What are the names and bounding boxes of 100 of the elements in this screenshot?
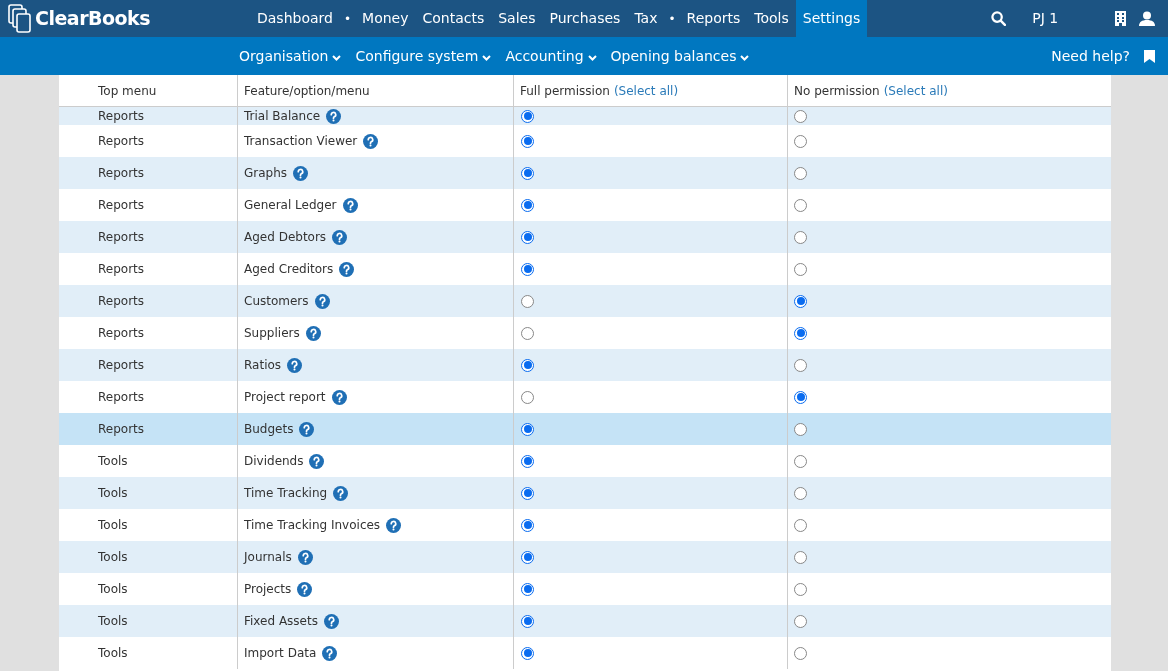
help-icon[interactable]: [326, 108, 342, 124]
table-cell-text: Customers: [244, 293, 309, 310]
help-icon[interactable]: [297, 581, 313, 597]
table-cell-text: Transaction Viewer: [244, 133, 358, 150]
nav-tab[interactable]: Money: [355, 0, 416, 37]
help-icon[interactable]: [363, 133, 379, 149]
radio-button[interactable]: [521, 198, 534, 212]
table-cell-text: Reports: [98, 293, 145, 310]
help-icon[interactable]: [309, 453, 325, 469]
table-cell-text: Tools: [98, 645, 128, 662]
radio-button[interactable]: [794, 326, 807, 340]
radio-button[interactable]: [521, 550, 534, 564]
radio-button[interactable]: [794, 262, 807, 276]
radio-button[interactable]: [521, 294, 534, 308]
nav-tab[interactable]: Settings: [795, 0, 868, 37]
nav-tab[interactable]: Dashboard: [250, 0, 340, 37]
building-icon[interactable]: [1115, 11, 1126, 26]
radio-button[interactable]: [794, 166, 807, 180]
help-icon[interactable]: [299, 421, 315, 437]
user-icon[interactable]: [1139, 11, 1155, 26]
nav-tab[interactable]: Contacts: [415, 0, 492, 37]
table-cell-text: General Ledger: [244, 197, 337, 214]
table-cell-text: Ratios: [244, 357, 282, 374]
table-cell-text: Fixed Assets: [244, 613, 318, 630]
radio-button[interactable]: [521, 646, 534, 660]
submenu-dropdown[interactable]: Configure system: [355, 45, 492, 67]
table-cell-text: Reports: [98, 108, 145, 125]
table-cell-text: Reports: [98, 357, 145, 374]
radio-button[interactable]: [521, 358, 534, 372]
radio-button[interactable]: [794, 134, 807, 148]
radio-button[interactable]: [794, 518, 807, 532]
radio-button[interactable]: [521, 326, 534, 340]
radio-button[interactable]: [794, 550, 807, 564]
help-icon[interactable]: [332, 229, 348, 245]
help-icon[interactable]: [297, 549, 313, 565]
table-cell-text: Projects: [244, 581, 292, 598]
submenu-dropdown[interactable]: Opening balances: [610, 45, 750, 67]
nav-tab[interactable]: Purchases: [542, 0, 628, 37]
radio-button[interactable]: [794, 230, 807, 244]
nav-tab[interactable]: Tax: [627, 0, 665, 37]
radio-button[interactable]: [521, 422, 534, 436]
table-cell-text: Project report: [244, 389, 326, 406]
help-icon[interactable]: [333, 485, 349, 501]
table-cell-text: Tools: [98, 549, 128, 566]
radio-button[interactable]: [794, 294, 807, 308]
table-cell-text: Tools: [98, 485, 128, 502]
submenu-dropdown[interactable]: Accounting: [505, 45, 597, 67]
help-icon[interactable]: [322, 645, 338, 661]
help-icon[interactable]: [339, 261, 355, 277]
help-icon[interactable]: [342, 197, 358, 213]
table-cell-text: Tools: [98, 453, 128, 470]
radio-button[interactable]: [521, 582, 534, 596]
help-icon[interactable]: [287, 357, 303, 373]
nav-tab[interactable]: Reports: [679, 0, 748, 37]
radio-button[interactable]: [521, 134, 534, 148]
help-icon[interactable]: [331, 389, 347, 405]
nav-separator: •: [667, 10, 677, 28]
radio-button[interactable]: [521, 230, 534, 244]
column-header: No permission: [794, 82, 880, 100]
radio-button[interactable]: [521, 518, 534, 532]
help-icon[interactable]: [293, 165, 309, 181]
radio-button[interactable]: [794, 582, 807, 596]
submenu-dropdown[interactable]: Organisation: [239, 45, 342, 67]
radio-button[interactable]: [521, 109, 534, 123]
radio-button[interactable]: [794, 198, 807, 212]
radio-button[interactable]: [521, 166, 534, 180]
select-all-link[interactable]: (Select all): [883, 81, 948, 100]
nav-tab[interactable]: Tools: [747, 0, 796, 37]
help-icon[interactable]: [305, 325, 321, 341]
chevron-down-icon: [587, 54, 597, 61]
help-link[interactable]: Need help?: [1051, 45, 1130, 67]
nav-tab[interactable]: Sales: [491, 0, 543, 37]
radio-button[interactable]: [794, 646, 807, 660]
help-icon[interactable]: [314, 293, 330, 309]
radio-button[interactable]: [794, 454, 807, 468]
chevron-down-icon: [332, 54, 342, 61]
radio-button[interactable]: [521, 486, 534, 500]
table-cell-text: Reports: [98, 261, 145, 278]
table-cell-text: Reports: [98, 389, 145, 406]
search-icon[interactable]: [991, 11, 1007, 26]
table-cell-text: Aged Debtors: [244, 229, 327, 246]
radio-button[interactable]: [521, 390, 534, 404]
radio-button[interactable]: [794, 422, 807, 436]
table-cell-text: Reports: [98, 133, 145, 150]
radio-button[interactable]: [794, 486, 807, 500]
radio-button[interactable]: [794, 390, 807, 404]
table-cell-text: Trial Balance: [244, 108, 321, 125]
radio-button[interactable]: [521, 454, 534, 468]
help-icon[interactable]: [386, 517, 402, 533]
help-icon[interactable]: [323, 613, 339, 629]
select-all-link[interactable]: (Select all): [613, 81, 679, 100]
radio-button[interactable]: [521, 614, 534, 628]
user-name[interactable]: PJ 1: [1032, 8, 1059, 29]
radio-button[interactable]: [794, 358, 807, 372]
radio-button[interactable]: [794, 109, 807, 123]
nav-separator: •: [342, 10, 353, 28]
radio-button[interactable]: [794, 614, 807, 628]
column-header: Full permission: [520, 82, 610, 100]
bookmark-icon[interactable]: [1144, 49, 1155, 63]
radio-button[interactable]: [521, 262, 534, 276]
